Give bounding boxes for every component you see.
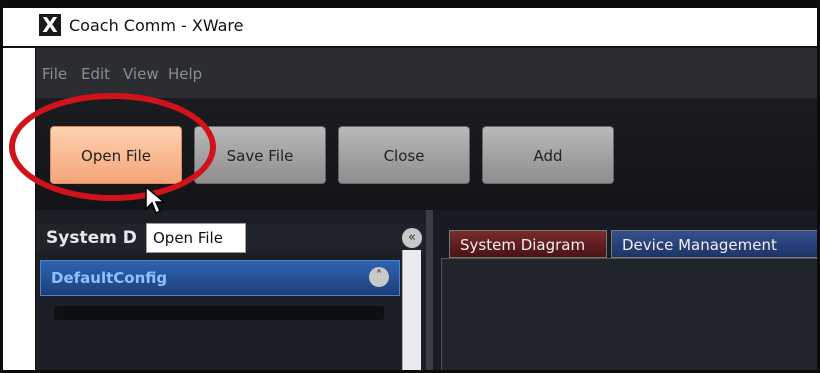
- main-panel: System Diagram Device Management: [433, 210, 817, 370]
- app-logo-icon: X: [39, 14, 61, 36]
- config-name: DefaultConfig: [51, 269, 168, 287]
- config-row[interactable]: [54, 306, 384, 320]
- scrollbar[interactable]: [402, 250, 421, 370]
- title-bar-border: [3, 0, 817, 8]
- menu-help[interactable]: Help: [168, 65, 202, 83]
- tab-content: [441, 258, 817, 370]
- window-edge: [3, 0, 35, 370]
- tooltip: Open File: [146, 223, 246, 253]
- title-bar: X Coach Comm - XWare: [3, 0, 817, 48]
- mouse-cursor-icon: [145, 185, 166, 215]
- close-button[interactable]: Close: [338, 126, 470, 184]
- menu-bar: File Edit View Help: [36, 48, 817, 98]
- tab-device-management[interactable]: Device Management: [611, 230, 817, 258]
- window-title: Coach Comm - XWare: [69, 16, 244, 35]
- tab-system-diagram[interactable]: System Diagram: [449, 230, 607, 258]
- app-window: X Coach Comm - XWare File Edit View Help…: [0, 0, 820, 373]
- add-button[interactable]: Add: [482, 126, 614, 184]
- collapse-panel-icon[interactable]: «: [402, 228, 422, 248]
- expand-collapse-icon[interactable]: ˄: [369, 267, 389, 287]
- panel-title: System D: [46, 228, 137, 248]
- menu-view[interactable]: View: [123, 65, 159, 83]
- config-header[interactable]: DefaultConfig ˄: [40, 260, 400, 296]
- panel-divider[interactable]: [426, 210, 433, 370]
- menu-file[interactable]: File: [42, 65, 67, 83]
- highlight-ring-annotation: [9, 93, 216, 201]
- menu-edit[interactable]: Edit: [81, 65, 110, 83]
